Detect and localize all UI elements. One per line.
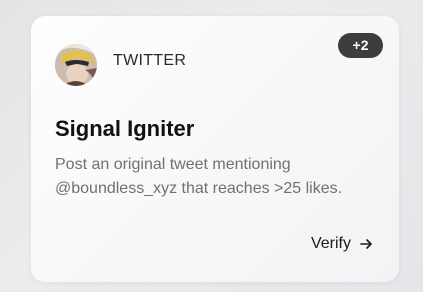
- quest-description: Post an original tweet mentioning @bound…: [55, 156, 343, 197]
- points-badge: +2: [338, 33, 383, 58]
- avatar: [55, 44, 97, 86]
- arrow-right-icon: [359, 237, 373, 251]
- verify-label: Verify: [310, 235, 351, 252]
- quest-card: +2 TWITTER Signal Igniter Post an origin…: [31, 16, 399, 282]
- avatar-image: [55, 44, 97, 86]
- platform-label: TWITTER: [113, 52, 187, 69]
- verify-button[interactable]: Verify: [311, 235, 373, 253]
- quest-title: Signal Igniter: [55, 116, 195, 141]
